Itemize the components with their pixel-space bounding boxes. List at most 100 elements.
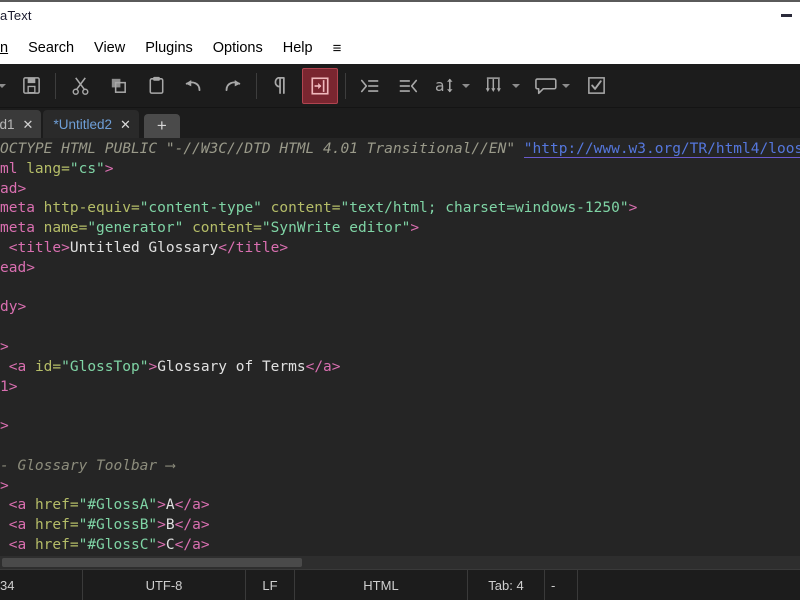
code-token: > xyxy=(410,220,420,237)
code-token: lang= xyxy=(26,160,70,177)
code-token: <a xyxy=(8,358,35,375)
code-token: > xyxy=(0,338,9,355)
open-dropdown-icon[interactable] xyxy=(0,69,10,103)
code-token: <a xyxy=(8,536,35,553)
tab-close-icon[interactable]: ✕ xyxy=(23,118,34,131)
unindent-button[interactable] xyxy=(391,69,425,103)
menu-item-search[interactable]: Search xyxy=(18,36,84,60)
tab-untitled1[interactable]: ed1 ✕ xyxy=(0,110,42,138)
status-line-ending[interactable]: LF xyxy=(246,570,295,600)
indent-icon xyxy=(360,79,379,92)
code-token: "SynWrite editor" xyxy=(261,220,411,237)
code-line: > xyxy=(0,417,800,437)
status-tab-size[interactable]: Tab: 4 xyxy=(468,570,545,600)
menu-label-plugins: Plugins xyxy=(145,40,193,56)
horizontal-scrollbar[interactable] xyxy=(0,555,800,569)
code-line: meta name="generator" content="SynWrite … xyxy=(0,219,800,239)
show-pilcrow-button[interactable] xyxy=(264,69,298,103)
code-token: C xyxy=(165,536,175,553)
code-token: > xyxy=(628,200,638,217)
code-token: > xyxy=(0,418,9,435)
tab-close-icon[interactable]: ✕ xyxy=(120,118,131,131)
code-token: "http://www.w3.org/TR/html4/loose.dt xyxy=(523,141,800,158)
paste-button[interactable] xyxy=(139,69,173,103)
code-token: Untitled Glossary xyxy=(69,239,219,256)
toggle-wrap-button[interactable] xyxy=(302,67,338,104)
code-token: content= xyxy=(261,200,341,217)
status-encoding[interactable]: UTF-8 xyxy=(83,570,246,600)
code-token: > xyxy=(157,536,166,553)
menu-item-n[interactable]: n xyxy=(0,36,18,60)
sort-lines-icon xyxy=(485,77,501,92)
code-line: dy> xyxy=(0,298,800,318)
code-line: 1> xyxy=(0,378,800,398)
code-line: OCTYPE HTML PUBLIC "-//W3C//DTD HTML 4.0… xyxy=(0,140,800,160)
toggle-wrap-icon xyxy=(311,76,329,95)
minimize-icon[interactable] xyxy=(781,14,792,17)
code-line: <a id="GlossTop">Glossary of Terms</a> xyxy=(0,358,800,378)
code-token: B xyxy=(165,517,175,534)
code-token: OCTYPE HTML PUBLIC "-//W3C//DTD HTML 4.0… xyxy=(0,141,524,157)
code-token: "GlossTop" xyxy=(61,358,149,375)
code-token: content= xyxy=(183,220,262,237)
undo-button[interactable] xyxy=(177,69,211,103)
code-token: > xyxy=(148,358,158,375)
code-token: - Glossary Toolbar ⟶ xyxy=(0,457,175,474)
code-token: </a> xyxy=(174,497,210,514)
sort-lines-button[interactable] xyxy=(479,69,525,103)
cut-button[interactable] xyxy=(63,69,97,103)
code-line: meta http-equiv="content-type" content="… xyxy=(0,199,800,219)
checkbox-button[interactable] xyxy=(579,69,613,103)
menu-label-search: Search xyxy=(28,40,75,56)
sort-alpha-icon: a xyxy=(435,76,453,95)
code-token: id= xyxy=(34,358,62,375)
code-token: "generator" xyxy=(87,220,184,237)
status-bar: 34 UTF-8 LF HTML Tab: 4 - xyxy=(0,569,800,600)
cut-icon xyxy=(72,77,88,95)
code-token: meta xyxy=(0,200,44,217)
tab-untitled2[interactable]: *Untitled2 ✕ xyxy=(43,110,139,138)
status-position[interactable]: 34 xyxy=(0,570,83,600)
toolbar-separator-1 xyxy=(55,72,56,99)
hamburger-menu-icon[interactable]: ≡ xyxy=(323,38,352,59)
code-token: </a> xyxy=(174,536,210,553)
status-selection[interactable]: - xyxy=(545,570,578,600)
menu-item-view[interactable]: View xyxy=(84,36,135,60)
copy-icon xyxy=(111,78,126,93)
copy-button[interactable] xyxy=(101,69,135,103)
code-token: "content-type" xyxy=(139,200,262,217)
horizontal-scrollbar-thumb[interactable] xyxy=(2,558,302,567)
comment-icon xyxy=(534,78,557,95)
code-line: - Glossary Toolbar ⟶ xyxy=(0,457,800,477)
code-editor[interactable]: OCTYPE HTML PUBLIC "-//W3C//DTD HTML 4.0… xyxy=(0,138,800,569)
sort-lines-caret-icon xyxy=(511,83,520,88)
sort-alpha-button[interactable]: a xyxy=(429,69,475,103)
redo-button[interactable] xyxy=(215,69,249,103)
menu-item-help[interactable]: Help xyxy=(273,36,323,60)
code-token: > xyxy=(104,160,114,177)
status-lexer[interactable]: HTML xyxy=(295,570,468,600)
code-line: ad> xyxy=(0,180,800,200)
new-tab-button[interactable]: + xyxy=(143,114,180,138)
tab-label: *Untitled2 xyxy=(53,116,112,132)
menu-item-plugins[interactable]: Plugins xyxy=(135,36,203,60)
menu-label-n: n xyxy=(0,40,9,56)
indent-button[interactable] xyxy=(353,69,387,103)
code-token: > xyxy=(157,517,166,534)
save-button[interactable] xyxy=(14,69,48,103)
code-content: OCTYPE HTML PUBLIC "-//W3C//DTD HTML 4.0… xyxy=(0,140,800,569)
code-token: ml xyxy=(0,160,27,177)
code-line: > xyxy=(0,477,800,497)
comment-caret-icon xyxy=(561,83,570,88)
menu-item-options[interactable]: Options xyxy=(203,36,273,60)
menu-bar: n Search View Plugins Options Help ≡ xyxy=(0,32,800,64)
comment-button[interactable] xyxy=(529,69,575,103)
code-line: <title>Untitled Glossary</title> xyxy=(0,239,800,259)
code-token: <title> xyxy=(8,239,70,256)
code-token: "cs" xyxy=(69,160,105,177)
